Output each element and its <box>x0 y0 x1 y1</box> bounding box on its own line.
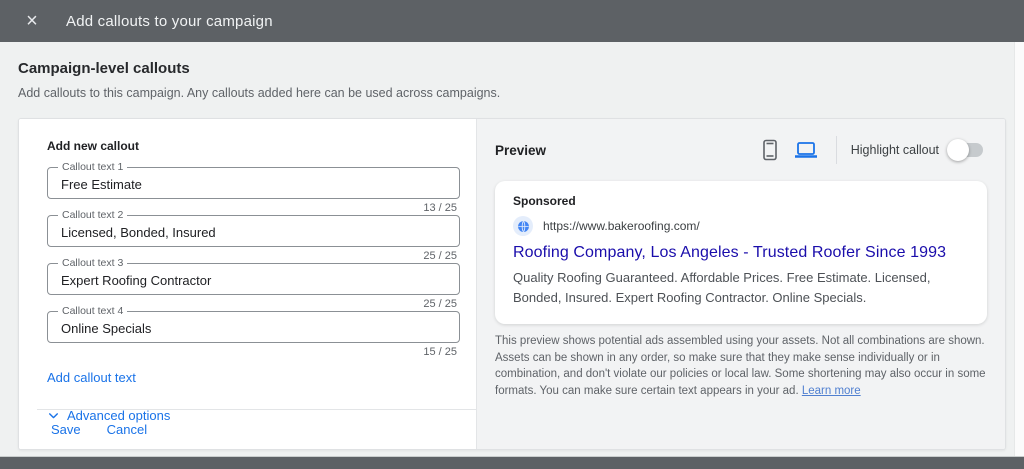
callout-text-1-label: Callout text 1 <box>58 161 128 173</box>
globe-favicon-icon <box>513 216 533 236</box>
close-icon[interactable]: × <box>22 11 42 31</box>
modal-title: Add callouts to your campaign <box>66 12 273 30</box>
callout-field-group-1: Callout text 1 13 / 25 <box>47 161 460 215</box>
callout-text-1-field[interactable]: Callout text 1 <box>47 161 460 199</box>
ad-preview-card: Sponsored https://www.bakeroofing.com/ R… <box>495 181 987 325</box>
preview-disclaimer: This preview shows potential ads assembl… <box>495 333 999 400</box>
form-footer: Save Cancel <box>37 409 476 449</box>
page-title: Campaign-level callouts <box>18 60 190 77</box>
toggle-knob <box>947 139 969 161</box>
cancel-button[interactable]: Cancel <box>107 422 147 437</box>
callout-text-4-label: Callout text 4 <box>58 305 128 317</box>
preview-header: Preview Highlight callout <box>495 135 987 165</box>
highlight-callout-toggle[interactable] <box>947 139 983 161</box>
mobile-preview-icon[interactable] <box>762 139 778 161</box>
learn-more-link[interactable]: Learn more <box>802 385 861 397</box>
save-button[interactable]: Save <box>51 422 81 437</box>
page-subtitle: Add callouts to this campaign. Any callo… <box>18 86 501 100</box>
callout-text-2-label: Callout text 2 <box>58 209 128 221</box>
callout-text-4-field[interactable]: Callout text 4 <box>47 305 460 343</box>
highlight-callout-label: Highlight callout <box>850 143 939 157</box>
callout-field-group-2: Callout text 2 25 / 25 <box>47 209 460 263</box>
ad-url-row: https://www.bakeroofing.com/ <box>513 216 969 236</box>
preview-header-divider <box>835 136 837 164</box>
callout-field-group-3: Callout text 3 25 / 25 <box>47 257 460 311</box>
desktop-preview-icon[interactable] <box>794 140 818 160</box>
callout-field-group-4: Callout text 4 15 / 25 <box>47 305 460 359</box>
callout-text-2-field[interactable]: Callout text 2 <box>47 209 460 247</box>
callout-text-3-label: Callout text 3 <box>58 257 128 269</box>
modal-header: × Add callouts to your campaign <box>0 0 1024 42</box>
ad-description: Quality Roofing Guaranteed. Affordable P… <box>513 270 931 306</box>
callout-text-4-counter: 15 / 25 <box>423 346 457 358</box>
preview-title: Preview <box>495 142 547 158</box>
ad-display-url: https://www.bakeroofing.com/ <box>543 219 700 233</box>
callouts-card: Add new callout Callout text 1 13 / 25 C… <box>18 118 1006 450</box>
ad-headline: Roofing Company, Los Angeles - Trusted R… <box>513 244 947 261</box>
callout-form-panel: Add new callout Callout text 1 13 / 25 C… <box>19 119 477 449</box>
add-callout-text-link[interactable]: Add callout text <box>47 370 136 385</box>
form-title: Add new callout <box>47 139 140 153</box>
callout-text-3-field[interactable]: Callout text 3 <box>47 257 460 295</box>
disclaimer-text: This preview shows potential ads assembl… <box>495 335 986 398</box>
preview-panel: Preview Highlight callout Sponsored http… <box>477 119 1005 449</box>
bottom-bar <box>0 457 1024 469</box>
sponsored-label: Sponsored <box>513 194 576 208</box>
page-heading-block: Campaign-level callouts Add callouts to … <box>18 60 918 100</box>
scrollbar-track[interactable] <box>1014 42 1024 457</box>
